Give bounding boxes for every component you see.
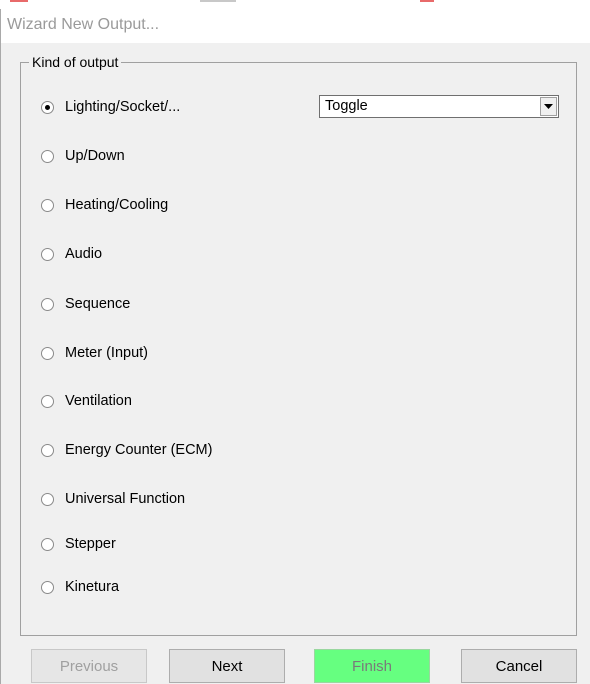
radio-up-down[interactable]: Up/Down xyxy=(41,145,125,167)
previous-button[interactable]: Previous xyxy=(31,649,147,683)
radio-button[interactable] xyxy=(41,394,54,408)
radio-button[interactable] xyxy=(41,537,54,551)
radio-button[interactable] xyxy=(41,198,54,212)
radio-label: Up/Down xyxy=(65,148,125,164)
finish-button[interactable]: Finish xyxy=(314,649,430,683)
radio-button-checked[interactable] xyxy=(41,100,54,114)
cancel-button[interactable]: Cancel xyxy=(461,649,577,683)
radio-button[interactable] xyxy=(41,149,54,163)
radio-heating-cooling[interactable]: Heating/Cooling xyxy=(41,194,168,216)
radio-label: Ventilation xyxy=(65,393,132,409)
radio-label: Universal Function xyxy=(65,491,186,507)
next-button[interactable]: Next xyxy=(169,649,285,683)
background-mark xyxy=(420,0,434,2)
radio-label: Heating/Cooling xyxy=(65,197,169,213)
radio-energy-counter[interactable]: Energy Counter (ECM) xyxy=(41,439,212,461)
radio-button[interactable] xyxy=(41,346,54,360)
radio-label: Kinetura xyxy=(65,579,120,595)
background-app-strip xyxy=(0,0,590,9)
radio-label: Stepper xyxy=(65,536,116,552)
radio-label: Meter (Input) xyxy=(65,345,148,361)
group-legend: Kind of output xyxy=(29,53,122,71)
radio-label: Energy Counter (ECM) xyxy=(65,442,213,458)
kind-of-output-group: Kind of output Lighting/Socket/... Up/Do… xyxy=(20,53,577,636)
background-mark xyxy=(10,0,28,2)
radio-label: Audio xyxy=(65,246,103,262)
radio-sequence[interactable]: Sequence xyxy=(41,293,130,315)
radio-button[interactable] xyxy=(41,492,54,506)
radio-ventilation[interactable]: Ventilation xyxy=(41,390,132,412)
radio-stepper[interactable]: Stepper xyxy=(41,533,116,555)
radio-label: Sequence xyxy=(65,296,131,312)
output-mode-select[interactable]: Toggle xyxy=(319,95,559,118)
radio-label: Lighting/Socket/... xyxy=(65,99,181,115)
window-title: Wizard New Output... xyxy=(7,16,160,33)
radio-button[interactable] xyxy=(41,580,54,594)
radio-button[interactable] xyxy=(41,247,54,261)
wizard-dialog: Wizard New Output... Kind of output Ligh… xyxy=(0,9,590,684)
chevron-down-icon[interactable] xyxy=(540,97,557,116)
radio-meter-input[interactable]: Meter (Input) xyxy=(41,342,148,364)
radio-button[interactable] xyxy=(41,297,54,311)
background-mark xyxy=(200,0,236,2)
radio-universal-function[interactable]: Universal Function xyxy=(41,488,185,510)
radio-kinetura[interactable]: Kinetura xyxy=(41,576,119,598)
radio-button[interactable] xyxy=(41,443,54,457)
radio-lighting-socket[interactable]: Lighting/Socket/... xyxy=(41,96,180,118)
select-value: Toggle xyxy=(325,98,368,114)
title-bar[interactable]: Wizard New Output... xyxy=(1,9,590,43)
radio-audio[interactable]: Audio xyxy=(41,243,102,265)
